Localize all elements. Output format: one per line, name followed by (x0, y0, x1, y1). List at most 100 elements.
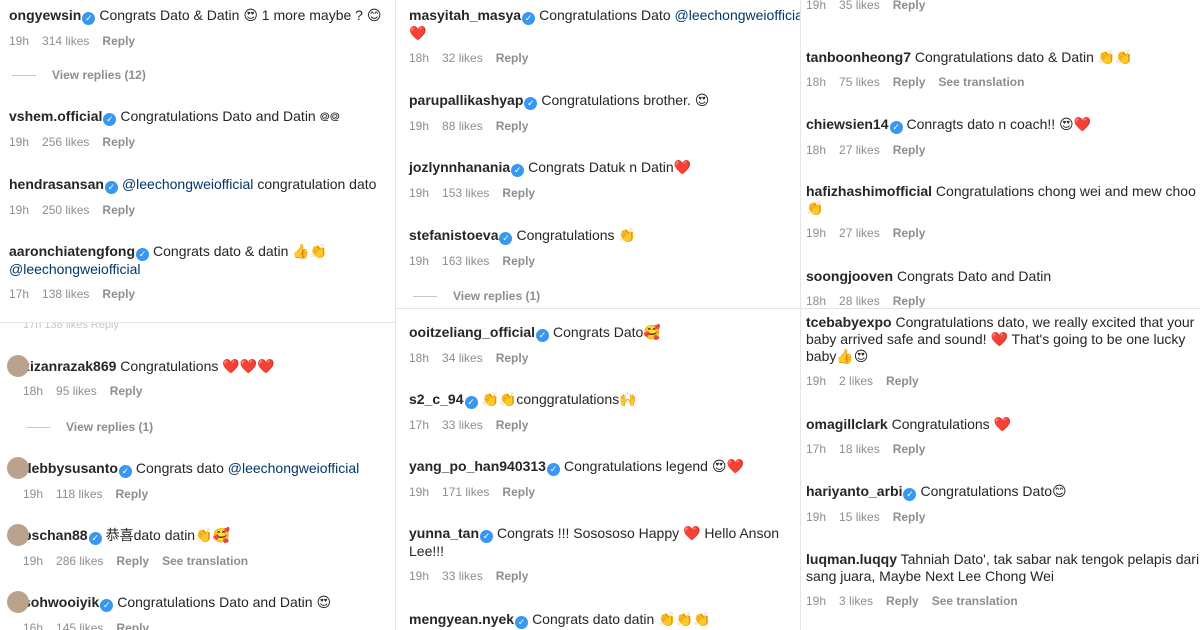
username[interactable]: yang_po_han940313 (409, 458, 546, 474)
username[interactable]: omagillclark (806, 416, 888, 432)
reply-button[interactable]: Reply (496, 569, 529, 583)
username[interactable]: vshem.official (9, 108, 102, 124)
username[interactable]: jozlynnhanania (409, 159, 510, 175)
reply-button[interactable]: Reply (502, 186, 535, 200)
comment-likes[interactable]: 3 likes (839, 594, 873, 608)
comment-likes[interactable]: 256 likes (42, 135, 89, 149)
avatar[interactable] (7, 457, 29, 479)
username[interactable]: parupallikashyap (409, 92, 523, 108)
reply-button[interactable]: Reply (502, 254, 535, 268)
username[interactable]: hendrasansan (9, 176, 104, 192)
username[interactable]: pschan88 (23, 527, 88, 543)
avatar[interactable] (7, 524, 29, 546)
reply-button[interactable]: Reply (102, 135, 135, 149)
username[interactable]: aaronchiatengfong (9, 243, 135, 259)
comment-likes[interactable]: 28 likes (839, 294, 880, 308)
comment-likes[interactable]: 33 likes (442, 418, 483, 432)
reply-button[interactable]: Reply (893, 226, 926, 240)
comment-likes[interactable]: 27 likes (839, 226, 880, 240)
mention-link[interactable]: @leechongweiofficial (675, 7, 801, 23)
reply-button[interactable]: Reply (893, 294, 926, 308)
comment-likes[interactable]: 33 likes (442, 569, 483, 583)
reply-button[interactable]: Reply (893, 0, 926, 12)
reply-button[interactable]: Reply (116, 621, 149, 630)
reply-button[interactable]: Reply (886, 374, 919, 388)
comment-likes[interactable]: 153 likes (442, 186, 489, 200)
comment-likes[interactable]: 171 likes (442, 485, 489, 499)
username[interactable]: ooitzeliang_official (409, 324, 535, 340)
comment-text: Congratulations dato & Datin 👏👏 (914, 49, 1133, 65)
comment-text: Congrats Dato and Datin (897, 268, 1052, 284)
see-translation-button[interactable]: See translation (938, 75, 1024, 89)
comment-likes[interactable]: 34 likes (442, 351, 483, 365)
see-translation-button[interactable]: See translation (932, 594, 1018, 608)
comment-likes[interactable]: 27 likes (839, 143, 880, 157)
reply-button[interactable]: Reply (496, 51, 529, 65)
view-replies-button[interactable]: View replies (1) (413, 289, 540, 303)
reply-button[interactable]: Reply (496, 119, 529, 133)
mention-link[interactable]: @leechongweiofficial (228, 460, 359, 476)
reply-button[interactable]: Reply (496, 351, 529, 365)
comment-likes[interactable]: 75 likes (839, 75, 880, 89)
reply-button[interactable]: Reply (102, 287, 135, 301)
comment-text: Lee!!! (409, 543, 445, 559)
username[interactable]: stefanistoeva (409, 227, 498, 243)
username[interactable]: s2_c_94 (409, 391, 464, 407)
username[interactable]: tanboonheong7 (806, 49, 911, 65)
comment-likes[interactable]: 250 likes (42, 203, 89, 217)
username[interactable]: yunna_tan (409, 525, 479, 541)
comment-likes[interactable]: 2 likes (839, 374, 873, 388)
username[interactable]: chiewsien14 (806, 116, 889, 132)
comment-likes[interactable]: 32 likes (442, 51, 483, 65)
comment-likes[interactable]: 145 likes (56, 621, 103, 630)
comment-likes[interactable]: 314 likes (42, 34, 89, 48)
username[interactable]: soongjooven (806, 268, 893, 284)
comment-likes[interactable]: 138 likes (42, 287, 89, 301)
mention-link[interactable]: @leechongweiofficial (122, 176, 253, 192)
comment-likes[interactable]: 118 likes (56, 487, 102, 501)
avatar[interactable] (7, 355, 29, 377)
reply-button[interactable]: Reply (102, 203, 135, 217)
username[interactable]: sohwooiyik (23, 594, 99, 610)
comment-likes[interactable]: 95 likes (56, 384, 97, 398)
username[interactable]: luqman.luqqy (806, 551, 897, 567)
reply-button[interactable]: Reply (116, 487, 149, 501)
see-translation-button[interactable]: See translation (162, 554, 248, 568)
reply-button[interactable]: Reply (893, 75, 926, 89)
comment-time: 19h (806, 510, 827, 524)
username[interactable]: debbysusanto (23, 460, 118, 476)
comment: mengyean.nyek ✓ Congrats dato datin 👏👏👏 (409, 611, 710, 629)
reply-button[interactable]: Reply (102, 34, 135, 48)
comment-panel-4: ooitzeliang_official ✓ Congrats Dato🥰 18h 3… (396, 309, 800, 630)
comment-likes[interactable]: 18 likes (839, 442, 880, 456)
reply-button[interactable]: Reply (893, 143, 926, 157)
username[interactable]: mengyean.nyek (409, 611, 514, 627)
view-replies-button[interactable]: View replies (12) (12, 68, 146, 82)
comment-likes[interactable]: 286 likes (56, 554, 103, 568)
verified-badge-icon: ✓ (903, 488, 917, 501)
username[interactable]: masyitah_masya (409, 7, 521, 23)
username[interactable]: hafizhashimofficial (806, 183, 932, 199)
reply-button[interactable]: Reply (502, 485, 535, 499)
comment-time: 19h (409, 569, 430, 583)
comment: luqman.luqqy Tahniah Dato', tak sabar na… (806, 551, 1199, 608)
comment-text: Congratulations 👏 (516, 227, 636, 243)
comment-likes[interactable]: 163 likes (442, 254, 489, 268)
reply-button[interactable]: Reply (496, 418, 529, 432)
view-replies-button[interactable]: View replies (1) (26, 420, 153, 434)
reply-button[interactable]: Reply (886, 594, 919, 608)
mention-link[interactable]: @leechongweiofficial (9, 261, 140, 277)
username[interactable]: ongyewsin (9, 7, 81, 23)
comment-likes[interactable]: 88 likes (442, 119, 483, 133)
reply-button[interactable]: Reply (893, 442, 926, 456)
comment-likes[interactable]: 15 likes (839, 510, 880, 524)
comment-time: 19h (9, 135, 30, 149)
username[interactable]: hariyanto_arbi (806, 483, 902, 499)
username[interactable]: zizanrazak869 (23, 358, 116, 374)
avatar[interactable] (7, 591, 29, 613)
comment-likes[interactable]: 35 likes (839, 0, 880, 12)
reply-button[interactable]: Reply (893, 510, 926, 524)
reply-button[interactable]: Reply (116, 554, 149, 568)
username[interactable]: tcebabyexpo (806, 314, 892, 330)
reply-button[interactable]: Reply (110, 384, 143, 398)
